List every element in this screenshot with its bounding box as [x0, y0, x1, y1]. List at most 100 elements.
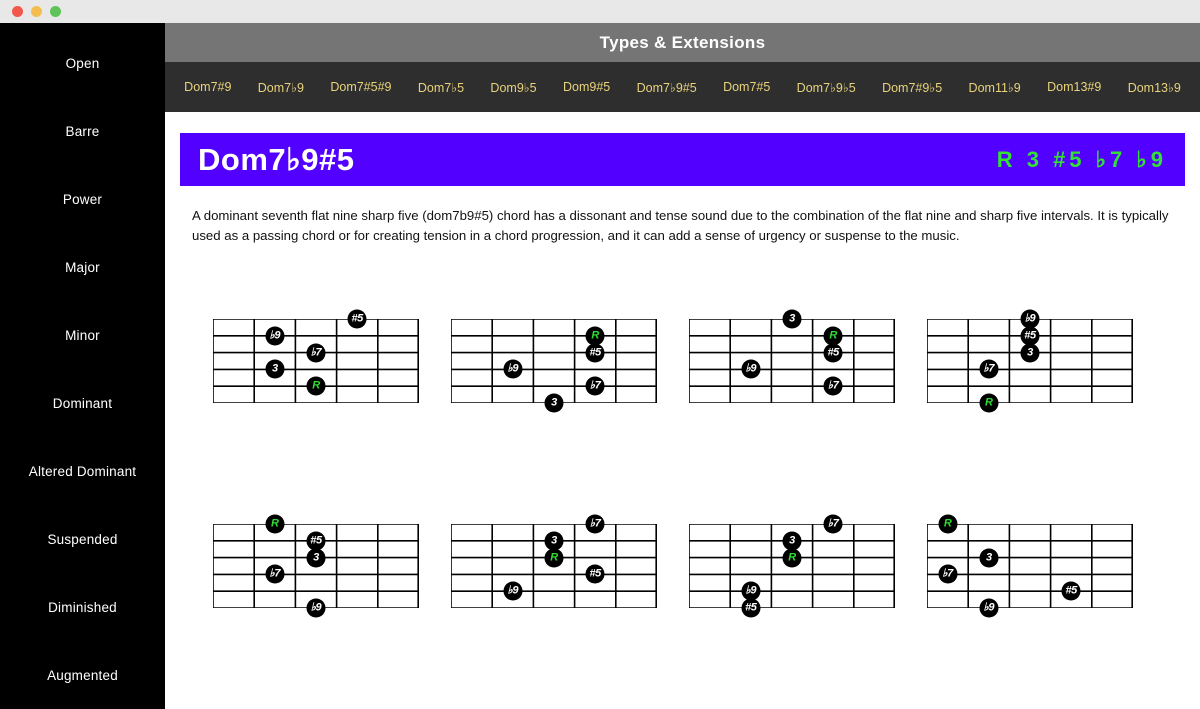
main-content: Types & Extensions Dom7#9 Dom7♭9 Dom7#5#9 D…: [165, 23, 1200, 709]
chord-diagram-5[interactable]: R #5 3 ♭7 ♭9: [207, 486, 419, 691]
sidebar-item-label: Diminished: [48, 599, 117, 615]
sidebar-item-augmented[interactable]: Augmented: [0, 641, 165, 709]
tab-dom795[interactable]: Dom7♭9♭5: [784, 80, 869, 95]
tab-dom13#9[interactable]: Dom13#9: [1034, 80, 1115, 94]
sidebar-item-major[interactable]: Major: [0, 233, 165, 301]
chord-banner: Dom7♭9#5 R 3 #5 ♭7 ♭9: [180, 133, 1185, 186]
fret-note-b9: ♭9: [503, 359, 523, 379]
fretboard-grid: 3 R #5 ♭9 ♭7: [689, 309, 895, 403]
sidebar-item-minor[interactable]: Minor: [0, 301, 165, 369]
chord-description: A dominant seventh flat nine sharp five …: [192, 208, 1169, 244]
tab-dom79#5[interactable]: Dom7♭9#5: [623, 80, 709, 95]
tab-dom139[interactable]: Dom13♭9: [1115, 80, 1195, 95]
page-title: Types & Extensions: [599, 32, 766, 52]
chord-diagram-2[interactable]: R #5 ♭9 ♭7 3: [445, 281, 657, 486]
tab-dom95[interactable]: Dom9♭5: [477, 80, 550, 95]
sidebar-item-label: Augmented: [47, 667, 118, 683]
sidebar-item-diminished[interactable]: Diminished: [0, 573, 165, 641]
sidebar-item-power[interactable]: Power: [0, 165, 165, 233]
close-button[interactable]: [12, 6, 23, 17]
chord-intervals: R 3 #5 ♭7 ♭9: [996, 146, 1167, 172]
fretboard-grid: #5 ♭9 ♭7 3 R: [213, 309, 419, 403]
sidebar-item-label: Major: [65, 259, 100, 275]
fret-note-b7: ♭7: [823, 514, 843, 534]
window-titlebar: [0, 0, 1200, 23]
chord-diagram-7[interactable]: ♭7 3 R ♭9 #5: [683, 486, 895, 691]
tab-dom119[interactable]: Dom11♭9: [955, 80, 1034, 95]
fretboard-lines: [927, 523, 1133, 608]
sidebar-item-label: Minor: [65, 327, 100, 343]
sidebar-item-label: Power: [62, 191, 103, 207]
fret-note-3: 3: [544, 393, 564, 413]
tab-dom7#5[interactable]: Dom7#5: [710, 80, 784, 94]
minimize-button[interactable]: [31, 6, 42, 17]
fret-note-b7: ♭7: [585, 376, 605, 396]
app-window: Open Barre Power Major Minor Dominant Altered …: [0, 0, 1200, 709]
sidebar-item-label: Open: [65, 55, 100, 71]
sidebar-item-dominant[interactable]: Dominant: [0, 369, 165, 437]
chord-name: Dom7♭9#5: [198, 141, 355, 177]
fret-note-b9: ♭9: [741, 359, 761, 379]
fret-note-root: R: [265, 514, 285, 534]
tab-dom7#95[interactable]: Dom7#9♭5: [869, 80, 955, 95]
fret-note-#5: #5: [823, 343, 843, 362]
chord-diagrams: #5 ♭9 ♭7 3 R R #5 ♭9 ♭7 3 3 R #5 ♭9 ♭7 ♭9 #5 3 ♭7 R R #5 3 ♭7 ♭9…: [165, 281, 1200, 691]
fret-note-root: R: [938, 514, 958, 534]
fret-note-b9: ♭9: [979, 598, 999, 618]
fret-note-b7: ♭7: [823, 376, 843, 396]
fret-note-#5: #5: [585, 343, 605, 362]
fret-note-#5: #5: [741, 598, 761, 618]
fret-note-b7: ♭7: [979, 359, 999, 379]
fret-note-#5: #5: [585, 564, 605, 584]
fretboard-grid: ♭7 3 R #5 ♭9: [451, 514, 657, 608]
sidebar-item-label: Suspended: [47, 531, 118, 547]
fretboard-lines: [689, 318, 895, 403]
chord-diagram-4[interactable]: ♭9 #5 3 ♭7 R: [921, 281, 1133, 486]
fretboard-grid: R 3 ♭7 #5 ♭9: [927, 514, 1133, 618]
chord-diagram-6[interactable]: ♭7 3 R #5 ♭9: [445, 486, 657, 691]
fretboard-grid: R #5 3 ♭7 ♭9: [213, 514, 419, 618]
sidebar: Open Barre Power Major Minor Dominant Altered …: [0, 23, 165, 709]
fret-note-b7: ♭7: [585, 514, 605, 534]
tab-dom9#5[interactable]: Dom9#5: [550, 80, 624, 94]
fret-note-3: 3: [979, 548, 999, 567]
fret-note-b7: ♭7: [265, 564, 285, 584]
chord-diagram-1[interactable]: #5 ♭9 ♭7 3 R: [207, 281, 419, 486]
sidebar-item-label: Altered Dominant: [28, 463, 137, 479]
sidebar-item-label: Barre: [65, 123, 100, 139]
fret-note-3: 3: [782, 309, 802, 329]
sidebar-item-barre[interactable]: Barre: [0, 97, 165, 165]
content-header: Types & Extensions: [165, 23, 1200, 62]
fret-note-b9: ♭9: [306, 598, 326, 618]
chord-type-tabs: Dom7#9 Dom7♭9 Dom7#5#9 Dom7♭5 Dom9♭5 Dom9#5 Do…: [165, 62, 1200, 112]
fret-note-#5: #5: [1061, 581, 1081, 601]
fret-note-3: 3: [265, 359, 285, 379]
fret-note-b7: ♭7: [306, 343, 326, 362]
sidebar-item-suspended[interactable]: Suspended: [0, 505, 165, 573]
sidebar-item-label: Dominant: [52, 395, 113, 411]
fret-note-root: R: [782, 548, 802, 567]
fretboard-grid: ♭7 3 R ♭9 #5: [689, 514, 895, 618]
sidebar-item-altered-dominant[interactable]: Altered Dominant: [0, 437, 165, 505]
fret-note-root: R: [979, 393, 999, 413]
fret-note-root: R: [306, 376, 326, 396]
fret-note-#5: #5: [347, 309, 367, 329]
tab-dom7#9[interactable]: Dom7#9: [171, 80, 245, 94]
fretboard-grid: R #5 ♭9 ♭7 3: [451, 318, 657, 413]
diagram-row: R #5 3 ♭7 ♭9 ♭7 3 R #5 ♭9 ♭7 3 R ♭9 #5 R 3 ♭7 #5 ♭9: [165, 486, 1200, 691]
fret-note-b9: ♭9: [503, 581, 523, 601]
zoom-button[interactable]: [50, 6, 61, 17]
tab-dom75[interactable]: Dom7♭5: [405, 80, 478, 95]
fret-note-3: 3: [306, 548, 326, 567]
chord-diagram-8[interactable]: R 3 ♭7 #5 ♭9: [921, 486, 1133, 691]
diagram-row: #5 ♭9 ♭7 3 R R #5 ♭9 ♭7 3 3 R #5 ♭9 ♭7 ♭9 #5 3 ♭7 R: [165, 281, 1200, 486]
tab-dom7#5#9[interactable]: Dom7#5#9: [317, 80, 405, 94]
sidebar-item-open[interactable]: Open: [0, 29, 165, 97]
chord-diagram-3[interactable]: 3 R #5 ♭9 ♭7: [683, 281, 895, 486]
fret-note-root: R: [544, 548, 564, 567]
tab-dom79[interactable]: Dom7♭9: [245, 80, 318, 95]
fret-note-b9: ♭9: [265, 326, 285, 346]
fret-note-b7: ♭7: [938, 564, 958, 584]
fretboard-grid: ♭9 #5 3 ♭7 R: [927, 309, 1133, 413]
fret-note-3: 3: [1020, 343, 1040, 362]
